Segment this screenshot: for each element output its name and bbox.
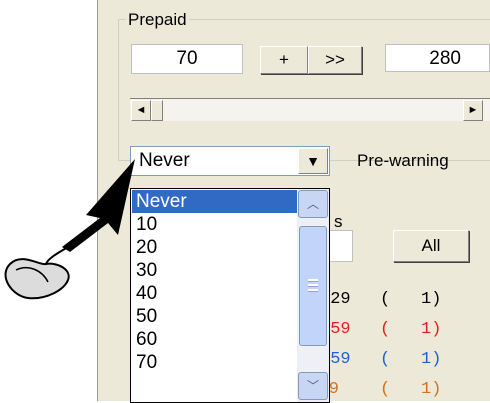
dropdown-option[interactable]: 10 [132,213,298,236]
dropdown-option[interactable]: 50 [132,305,298,328]
prewarning-dropdown-list[interactable]: Never 10 20 30 40 50 60 70 ︿ ﹀ [130,188,330,403]
dropdown-option[interactable]: 30 [132,259,298,282]
prewarning-label: Pre-warning [357,151,449,170]
combo-selected-value: Never [139,150,190,171]
scroll-left-icon[interactable]: ◄ [131,100,151,121]
log-row-count: 1) [421,290,442,309]
log-row-paren: ( [380,290,391,309]
fast-forward-button[interactable]: >> [308,46,362,74]
scroll-thumb[interactable] [151,100,163,121]
filter-field[interactable] [330,230,353,262]
scroll-down-icon[interactable]: ﹀ [298,372,328,400]
horizontal-scrollbar[interactable]: ◄ ► [130,98,490,121]
prepaid-groupbox [118,19,490,161]
all-button[interactable]: All [393,230,469,262]
log-row-count: 1) [421,350,442,369]
log-row-paren: ( [380,320,391,339]
dropdown-option[interactable]: 70 [132,351,298,374]
prepaid-total-field[interactable]: 280 [385,44,490,72]
chevron-down-icon[interactable]: ▼ [298,148,328,174]
dropdown-option[interactable]: Never [132,190,298,213]
dropdown-option[interactable]: 40 [132,282,298,305]
partial-label: s [334,212,343,231]
dropdown-scrollbar[interactable]: ︿ ﹀ [297,189,329,402]
dropdown-scroll-thumb[interactable] [299,226,327,346]
prewarning-combo[interactable]: Never ▼ [130,146,330,176]
plus-button[interactable]: + [260,46,308,74]
log-row-paren: ( [380,380,391,399]
dropdown-option[interactable]: 60 [132,328,298,351]
dropdown-option[interactable]: 20 [132,236,298,259]
log-row-count: 1) [421,380,442,399]
prepaid-value-field[interactable]: 70 [131,44,243,74]
scroll-right-icon[interactable]: ► [463,100,483,121]
log-row-paren: ( [380,350,391,369]
prepaid-group-label: Prepaid [126,10,189,30]
scroll-up-icon[interactable]: ︿ [298,190,328,218]
log-row-count: 1) [421,320,442,339]
